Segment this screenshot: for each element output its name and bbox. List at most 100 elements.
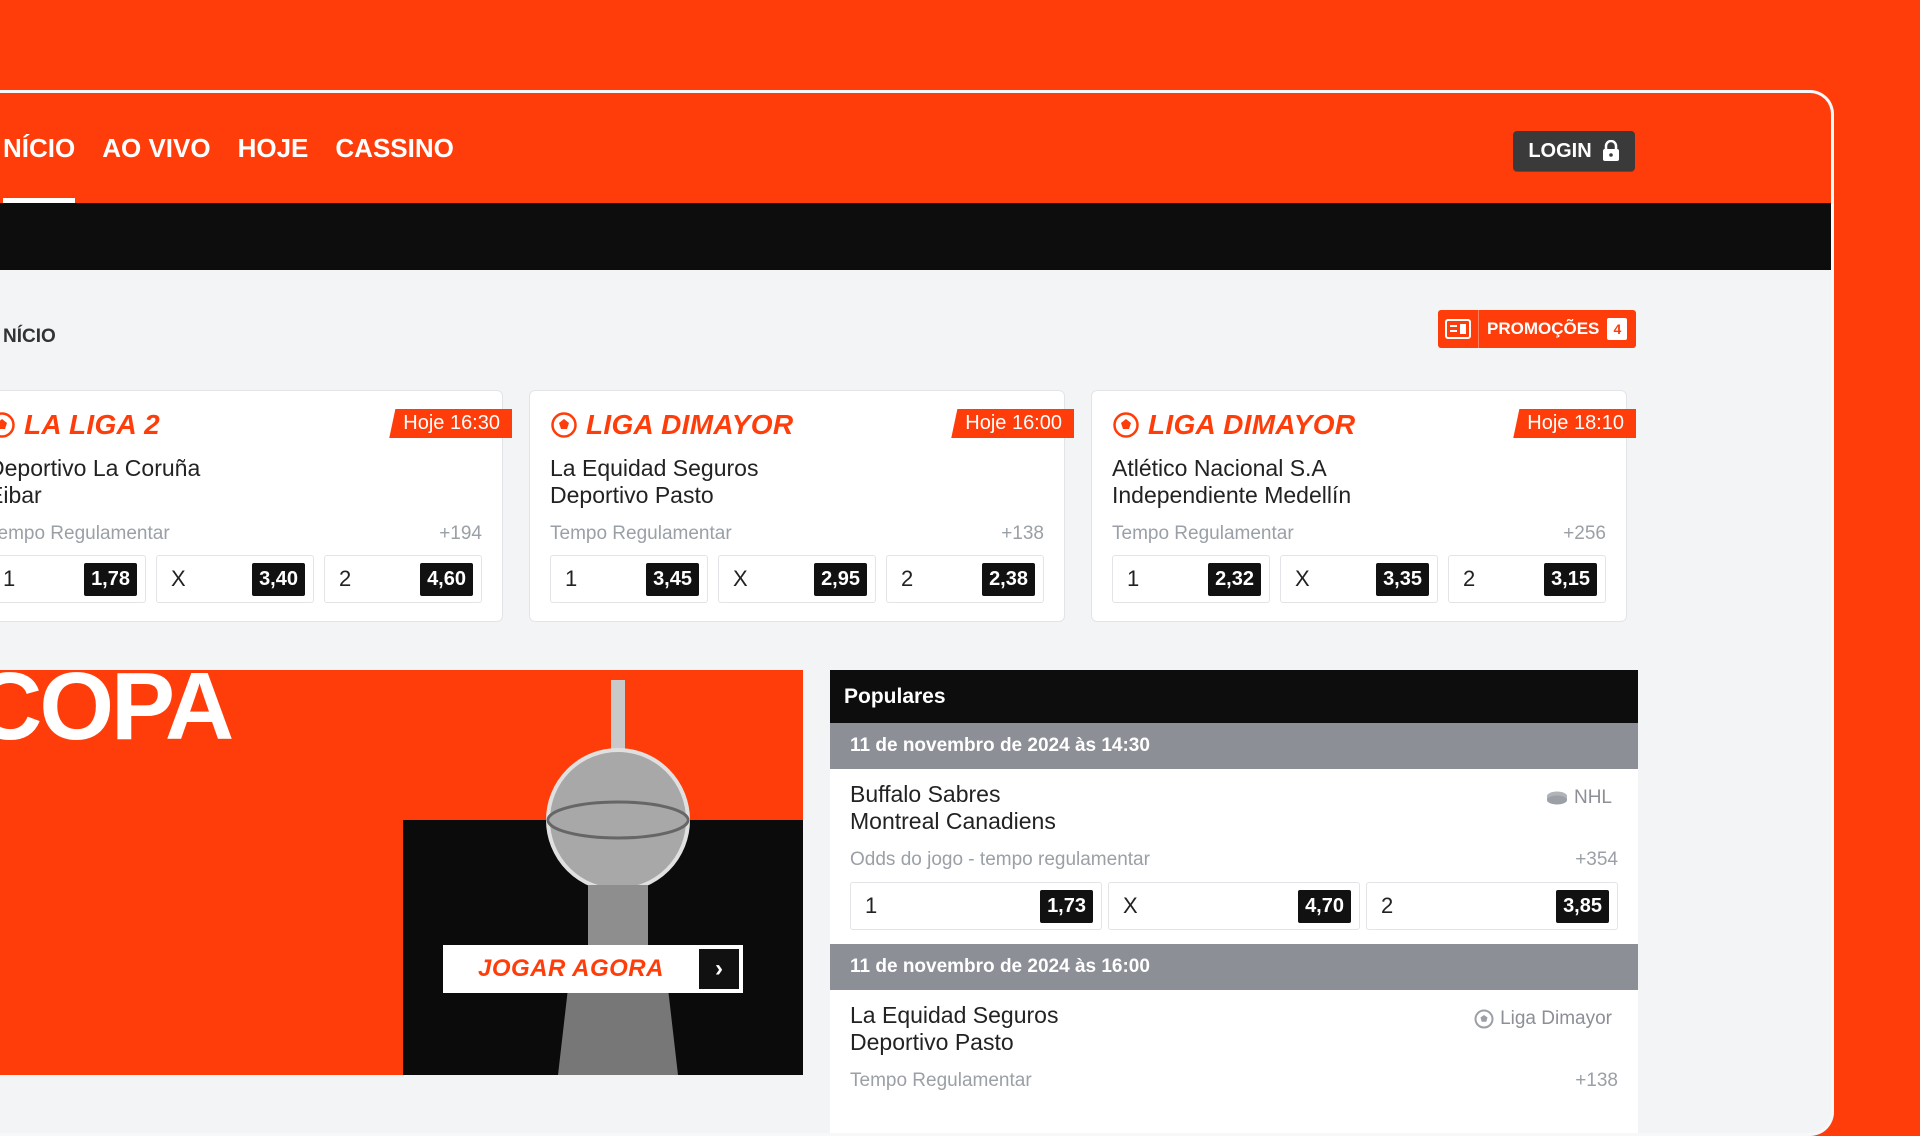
promo-banner[interactable]: COPA JOGAR AGORA › (0, 670, 803, 1075)
kickoff-time-badge: Hoje 16:30 (389, 409, 512, 438)
odd-value: 4,70 (1298, 889, 1351, 923)
match-card[interactable]: LA LIGA 2 Hoje 16:30 Deportivo La Coruña… (0, 390, 512, 622)
trophy-icon (546, 680, 690, 1075)
odd-button-away[interactable]: 2 3,15 (1448, 555, 1606, 603)
league-name: LIGA DIMAYOR (586, 409, 794, 440)
lock-icon (1602, 140, 1619, 161)
match-teams: Deportivo La Coruña Eibar (0, 455, 200, 509)
market-label: Tempo Regulamentar (850, 1070, 1032, 1091)
league-tag: Liga Dimayor (1474, 1008, 1612, 1030)
nav-inicio[interactable]: NÍCIO (3, 93, 76, 203)
odd-label: 1 (565, 566, 578, 591)
soccer-ball-icon (0, 412, 15, 438)
top-navigation-bar: NÍCIO AO VIVO HOJE CASSINO LOGIN (0, 93, 1831, 203)
away-team: Deportivo Pasto (550, 482, 714, 508)
match-card[interactable]: LIGA DIMAYOR Hoje 16:00 La Equidad Segur… (529, 390, 1074, 622)
odd-label: X (1123, 893, 1138, 918)
odd-value: 2,32 (1208, 562, 1261, 596)
more-markets-link[interactable]: +194 (439, 523, 482, 545)
odd-button-away[interactable]: 2 4,60 (324, 555, 482, 603)
odd-label: 2 (1381, 893, 1394, 918)
away-team: Eibar (0, 482, 42, 508)
odd-label: 1 (3, 566, 16, 591)
secondary-bar (0, 203, 1831, 270)
popular-event[interactable]: La Equidad Seguros Deportivo Pasto Liga … (830, 990, 1638, 1133)
nav-ao-vivo[interactable]: AO VIVO (102, 93, 210, 203)
odd-value: 3,40 (252, 562, 305, 596)
match-teams: La Equidad Seguros Deportivo Pasto (550, 455, 758, 509)
odd-button-draw[interactable]: X 3,35 (1280, 555, 1438, 603)
promotions-label: PROMOÇÕES (1487, 319, 1600, 338)
odd-button-home[interactable]: 1 3,45 (550, 555, 708, 603)
login-label: LOGIN (1528, 139, 1592, 162)
odd-button-away[interactable]: 2 3,85 (1366, 882, 1618, 930)
main-content: NÍCIO PROMOÇÕES 4 LA LIGA 2 Hoje 16:30 D… (0, 270, 1831, 1133)
league-name: Liga Dimayor (1500, 1008, 1612, 1029)
away-team: Deportivo Pasto (850, 1029, 1014, 1055)
promotions-button[interactable]: PROMOÇÕES 4 (1438, 310, 1636, 348)
play-now-label: JOGAR AGORA (478, 955, 664, 982)
market-label: Tempo Regulamentar (0, 523, 170, 544)
login-button[interactable]: LOGIN (1513, 131, 1635, 171)
odd-button-home[interactable]: 1 1,78 (0, 555, 146, 603)
odd-value: 3,15 (1544, 562, 1597, 596)
market-label: Tempo Regulamentar (1112, 523, 1294, 544)
odds-row: 1 1,73 X 4,70 2 3,85 (850, 882, 1618, 930)
odd-button-home[interactable]: 1 1,73 (850, 882, 1102, 930)
popular-title: Populares (830, 670, 1638, 723)
odd-value: 4,60 (420, 562, 473, 596)
odd-value: 3,35 (1376, 562, 1429, 596)
match-teams: La Equidad Seguros Deportivo Pasto (850, 1002, 1058, 1056)
hockey-puck-icon (1546, 791, 1567, 805)
event-date-header: 11 de novembro de 2024 às 16:00 (830, 944, 1638, 990)
league-name: LIGA DIMAYOR (1148, 409, 1356, 440)
match-card[interactable]: LIGA DIMAYOR Hoje 18:10 Atlético Naciona… (1091, 390, 1636, 622)
popular-event[interactable]: Buffalo Sabres Montreal Canadiens NHL Od… (830, 769, 1638, 944)
odd-label: 2 (1463, 566, 1476, 591)
odd-button-home[interactable]: 1 2,32 (1112, 555, 1270, 603)
odd-button-draw[interactable]: X 4,70 (1108, 882, 1360, 930)
odd-label: 1 (1127, 566, 1140, 591)
odd-value: 3,85 (1556, 889, 1609, 923)
banner-title: COPA (0, 670, 234, 760)
browser-frame: NÍCIO AO VIVO HOJE CASSINO LOGIN NÍCIO P… (0, 90, 1834, 1136)
promotions-count-badge: 4 (1607, 318, 1628, 340)
odd-value: 2,38 (982, 562, 1035, 596)
home-team: La Equidad Seguros (550, 455, 759, 481)
odd-button-draw[interactable]: X 3,40 (156, 555, 314, 603)
away-team: Independiente Medellín (1112, 482, 1352, 508)
league-header: LA LIGA 2 (0, 409, 160, 441)
odd-label: X (733, 566, 748, 591)
odd-label: 2 (901, 566, 914, 591)
league-header: LIGA DIMAYOR (1112, 409, 1355, 441)
odd-value: 1,73 (1040, 889, 1093, 923)
league-header: LIGA DIMAYOR (550, 409, 793, 441)
soccer-ball-icon (1113, 412, 1139, 438)
breadcrumb[interactable]: NÍCIO (3, 326, 56, 348)
odd-label: 2 (339, 566, 352, 591)
event-date-header: 11 de novembro de 2024 às 14:30 (830, 723, 1638, 769)
match-teams: Buffalo Sabres Montreal Canadiens (850, 781, 1056, 835)
odd-value: 3,45 (646, 562, 699, 596)
odd-label: X (171, 566, 186, 591)
play-now-button[interactable]: JOGAR AGORA › (443, 945, 743, 993)
ticket-icon (1438, 310, 1479, 348)
more-markets-link[interactable]: +256 (1563, 523, 1606, 545)
more-markets-link[interactable]: +354 (1575, 849, 1618, 871)
home-team: Buffalo Sabres (850, 781, 1001, 807)
nav-hoje[interactable]: HOJE (238, 93, 309, 203)
main-nav: NÍCIO AO VIVO HOJE CASSINO (3, 93, 481, 203)
odd-button-draw[interactable]: X 2,95 (718, 555, 876, 603)
odd-button-away[interactable]: 2 2,38 (886, 555, 1044, 603)
home-team: Atlético Nacional S.A (1112, 455, 1327, 481)
league-name: LA LIGA 2 (24, 409, 160, 440)
odd-label: X (1295, 566, 1310, 591)
home-team: La Equidad Seguros (850, 1002, 1059, 1028)
match-teams: Atlético Nacional S.A Independiente Mede… (1112, 455, 1351, 509)
league-tag: NHL (1546, 787, 1612, 809)
market-label: Odds do jogo - tempo regulamentar (850, 849, 1150, 870)
more-markets-link[interactable]: +138 (1001, 523, 1044, 545)
nav-cassino[interactable]: CASSINO (335, 93, 453, 203)
more-markets-link[interactable]: +138 (1575, 1070, 1618, 1092)
odd-value: 1,78 (84, 562, 137, 596)
